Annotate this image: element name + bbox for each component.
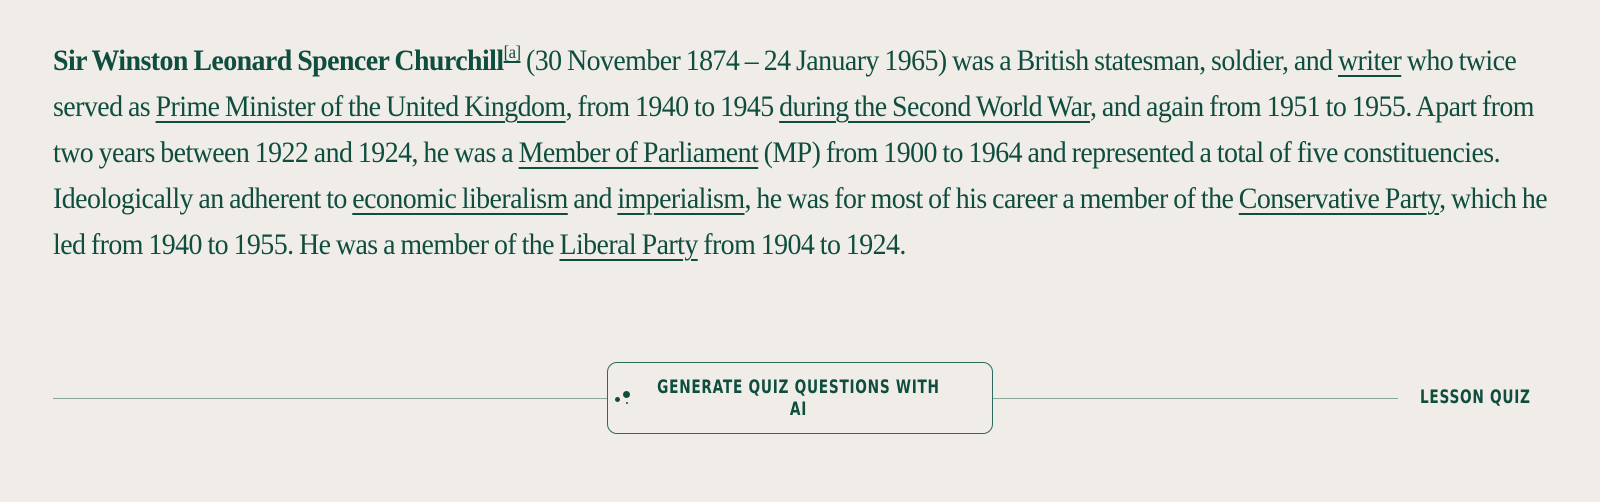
article-link[interactable]: imperialism [617, 182, 745, 215]
divider-right [993, 398, 1398, 399]
body-text: (30 November 1874 – 24 January 1965) was… [520, 44, 1338, 77]
generate-quiz-label: GENERATE QUIZ QUESTIONS WITH AI [657, 376, 941, 420]
article-link[interactable]: economic liberalism [352, 182, 568, 215]
body-text: , from 1940 to 1945 [565, 90, 780, 123]
article-link[interactable]: writer [1338, 44, 1402, 77]
body-text: , he was for most of his career a member… [744, 182, 1239, 215]
article-link[interactable]: Prime Minister of the United Kingdom [156, 90, 567, 123]
subject-name: Sir Winston Leonard Spencer Churchill [53, 44, 504, 77]
body-text: from 1904 to 1924. [697, 228, 906, 261]
article-paragraph: Sir Winston Leonard Spencer Churchill[a]… [53, 38, 1564, 268]
body-text: and [567, 182, 618, 215]
article-link[interactable]: Conservative Party [1239, 182, 1440, 215]
article-link[interactable]: Liberal Party [559, 228, 698, 261]
footnote-ref: [a] [504, 42, 521, 62]
footnote-link[interactable]: [a] [504, 42, 521, 62]
article-link[interactable]: during the Second World War [779, 90, 1090, 123]
ai-sparkle-dots-icon [614, 389, 631, 407]
lesson-quiz-label: LESSON QUIZ [1420, 386, 1531, 408]
divider-left [53, 398, 607, 399]
article-link[interactable]: Member of Parliament [519, 136, 759, 169]
generate-quiz-button[interactable]: GENERATE QUIZ QUESTIONS WITH AI [607, 362, 993, 434]
